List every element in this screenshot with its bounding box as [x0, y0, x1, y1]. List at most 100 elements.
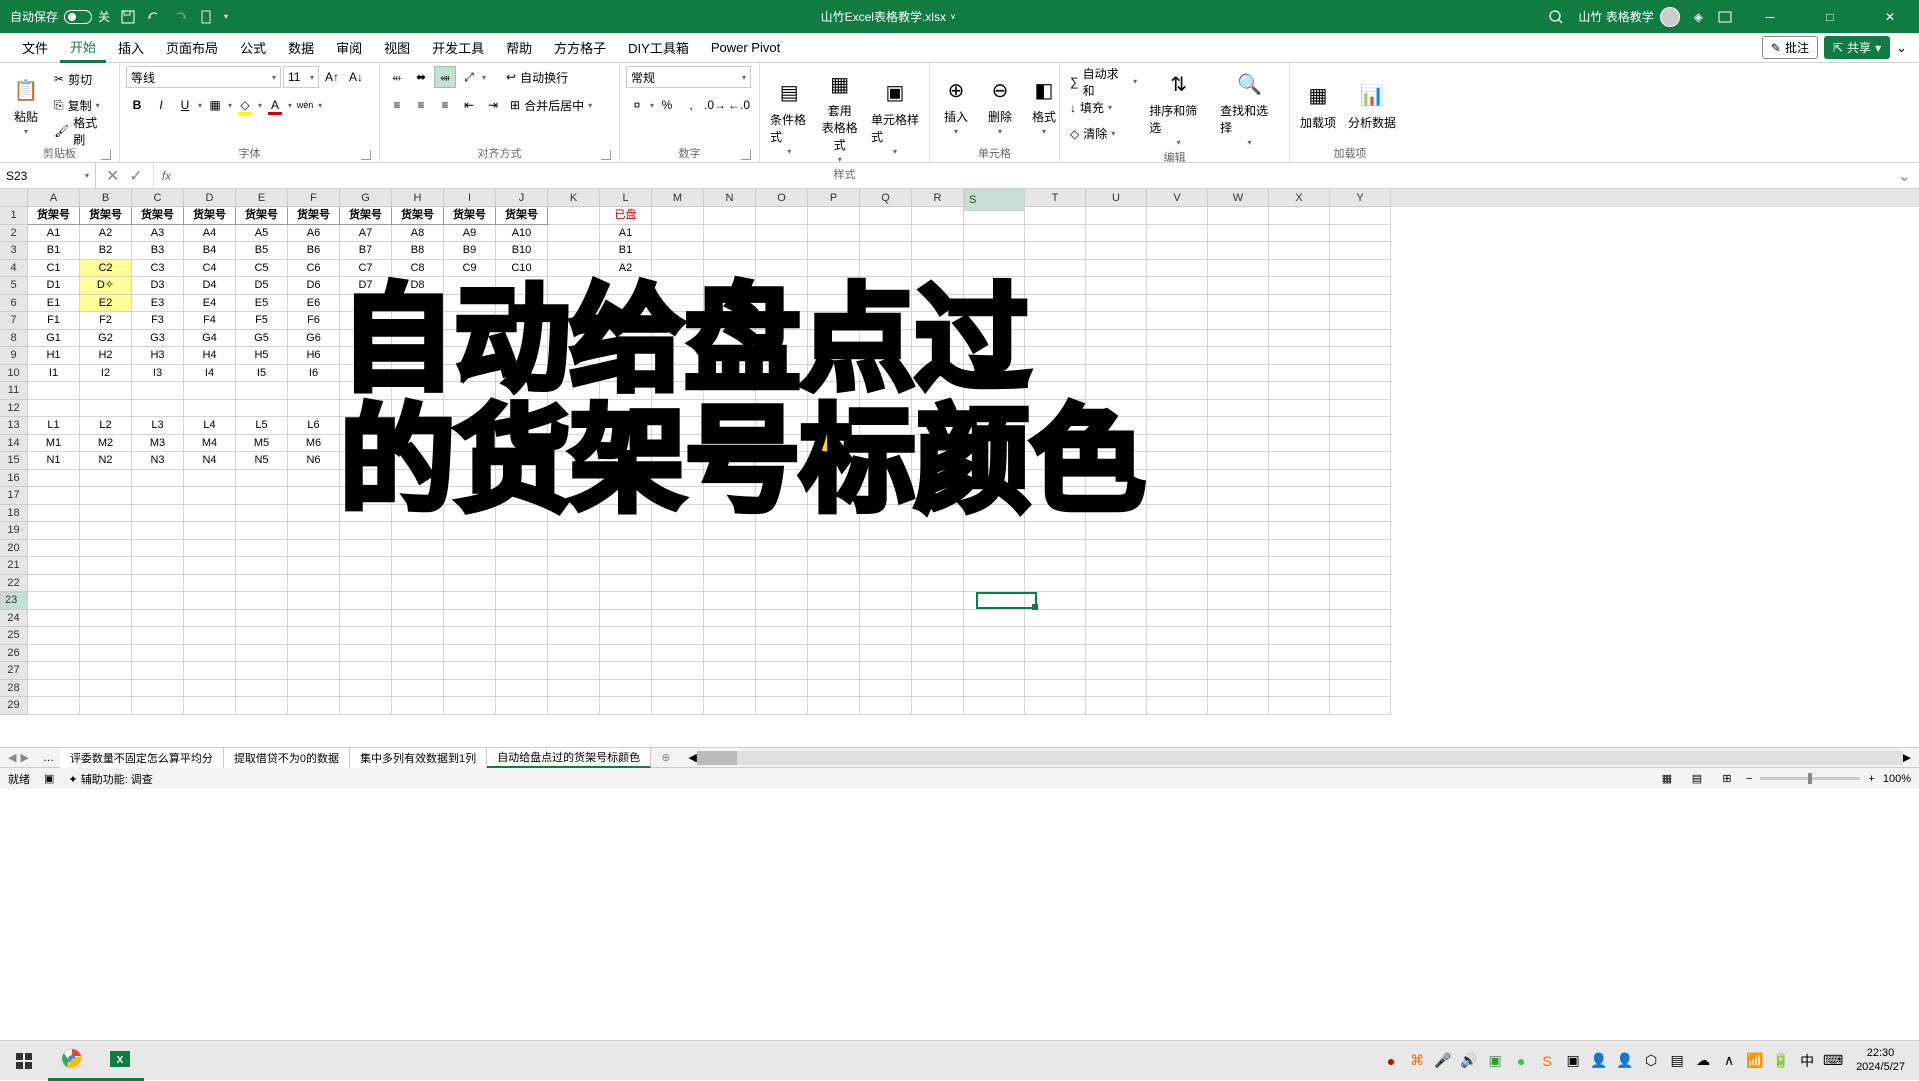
- sheet-tab[interactable]: 评委数量不固定怎么算平均分: [60, 748, 224, 768]
- cell[interactable]: [756, 435, 808, 453]
- cell[interactable]: A1: [28, 225, 80, 243]
- sheet-tab[interactable]: 集中多列有效数据到1列: [350, 748, 487, 768]
- cell[interactable]: [236, 592, 288, 610]
- cell[interactable]: [1208, 627, 1269, 645]
- cell[interactable]: [444, 330, 496, 348]
- cell[interactable]: [1269, 452, 1330, 470]
- cell[interactable]: [1330, 312, 1391, 330]
- cell[interactable]: [1086, 662, 1147, 680]
- cell[interactable]: 货架号: [340, 207, 392, 225]
- autosave-toggle[interactable]: 自动保存 关: [10, 8, 110, 25]
- cell[interactable]: [132, 627, 184, 645]
- cell[interactable]: [496, 522, 548, 540]
- cell[interactable]: [1147, 347, 1208, 365]
- cell[interactable]: [548, 522, 600, 540]
- column-header[interactable]: L: [600, 189, 652, 207]
- cell[interactable]: [1269, 470, 1330, 488]
- delete-cells-button[interactable]: ⊖删除▾: [980, 72, 1020, 138]
- cell[interactable]: [1147, 435, 1208, 453]
- sheet-prev-icon[interactable]: ◀: [8, 751, 16, 764]
- cell[interactable]: [1025, 697, 1086, 715]
- cell[interactable]: [80, 400, 132, 418]
- cell[interactable]: [236, 610, 288, 628]
- align-top-icon[interactable]: ⬴: [386, 66, 408, 88]
- cell[interactable]: [288, 575, 340, 593]
- cell[interactable]: [1086, 557, 1147, 575]
- page-layout-icon[interactable]: ▤: [1686, 770, 1708, 788]
- onedrive-icon[interactable]: ☁: [1694, 1052, 1712, 1070]
- cell[interactable]: I4: [184, 365, 236, 383]
- cell[interactable]: [652, 435, 704, 453]
- cell[interactable]: [80, 540, 132, 558]
- cell[interactable]: [28, 505, 80, 523]
- cell[interactable]: [860, 225, 912, 243]
- cell[interactable]: [28, 487, 80, 505]
- cell[interactable]: [912, 575, 964, 593]
- cell[interactable]: N5: [236, 452, 288, 470]
- cell[interactable]: [1208, 277, 1269, 295]
- table-format-button[interactable]: ▦套用 表格格式▾: [816, 66, 862, 166]
- cell[interactable]: [132, 505, 184, 523]
- row-header[interactable]: 2: [0, 225, 28, 243]
- cell[interactable]: [964, 452, 1025, 470]
- cell[interactable]: [1147, 242, 1208, 260]
- cell[interactable]: [1147, 207, 1208, 225]
- cell[interactable]: [1086, 417, 1147, 435]
- cell[interactable]: [912, 470, 964, 488]
- cell[interactable]: [912, 645, 964, 663]
- scroll-right-icon[interactable]: ▶: [1903, 751, 1911, 764]
- cell[interactable]: [288, 645, 340, 663]
- cell[interactable]: [444, 645, 496, 663]
- cell[interactable]: [132, 575, 184, 593]
- cell[interactable]: [756, 330, 808, 348]
- cell[interactable]: I1: [28, 365, 80, 383]
- cell[interactable]: [392, 330, 444, 348]
- tab-dev[interactable]: 开发工具: [422, 33, 494, 63]
- expand-formula-icon[interactable]: ⌄: [1890, 166, 1919, 186]
- insert-cells-button[interactable]: ⊕插入▾: [936, 72, 976, 138]
- cell[interactable]: [912, 487, 964, 505]
- cell[interactable]: [756, 312, 808, 330]
- cell[interactable]: [808, 645, 860, 663]
- cell[interactable]: [392, 645, 444, 663]
- cell[interactable]: [860, 645, 912, 663]
- column-header[interactable]: M: [652, 189, 704, 207]
- cell[interactable]: [1086, 400, 1147, 418]
- cell[interactable]: [704, 505, 756, 523]
- cell[interactable]: [132, 662, 184, 680]
- cell[interactable]: [652, 452, 704, 470]
- cell[interactable]: [704, 680, 756, 698]
- cell[interactable]: [444, 557, 496, 575]
- cell[interactable]: [860, 540, 912, 558]
- cell[interactable]: [912, 557, 964, 575]
- cell[interactable]: 货架号: [496, 207, 548, 225]
- cell[interactable]: 已盘: [600, 207, 652, 225]
- decrease-decimal-icon[interactable]: ←.0: [728, 94, 750, 116]
- cell[interactable]: [340, 610, 392, 628]
- cell[interactable]: [444, 277, 496, 295]
- cell[interactable]: D5: [236, 277, 288, 295]
- find-select-button[interactable]: 🔍查找和选择▾: [1216, 66, 1283, 149]
- cell[interactable]: [808, 330, 860, 348]
- clear-button[interactable]: ◇清除▾: [1066, 123, 1141, 145]
- cell[interactable]: [1086, 312, 1147, 330]
- cell[interactable]: [1147, 540, 1208, 558]
- cut-button[interactable]: ✂剪切: [50, 68, 113, 90]
- cell[interactable]: [912, 312, 964, 330]
- record-icon[interactable]: ●: [1382, 1052, 1400, 1070]
- cell[interactable]: [704, 260, 756, 278]
- cell[interactable]: [808, 435, 860, 453]
- cell[interactable]: L3: [132, 417, 184, 435]
- cell[interactable]: [28, 470, 80, 488]
- cell[interactable]: [496, 347, 548, 365]
- cell[interactable]: [1025, 225, 1086, 243]
- cell[interactable]: [600, 330, 652, 348]
- cell[interactable]: [808, 312, 860, 330]
- column-header[interactable]: F: [288, 189, 340, 207]
- cell[interactable]: [1330, 435, 1391, 453]
- cell[interactable]: [964, 575, 1025, 593]
- cell[interactable]: [28, 382, 80, 400]
- cell[interactable]: F2: [80, 312, 132, 330]
- cell[interactable]: [1086, 382, 1147, 400]
- tray-icon-7[interactable]: ⬡: [1642, 1052, 1660, 1070]
